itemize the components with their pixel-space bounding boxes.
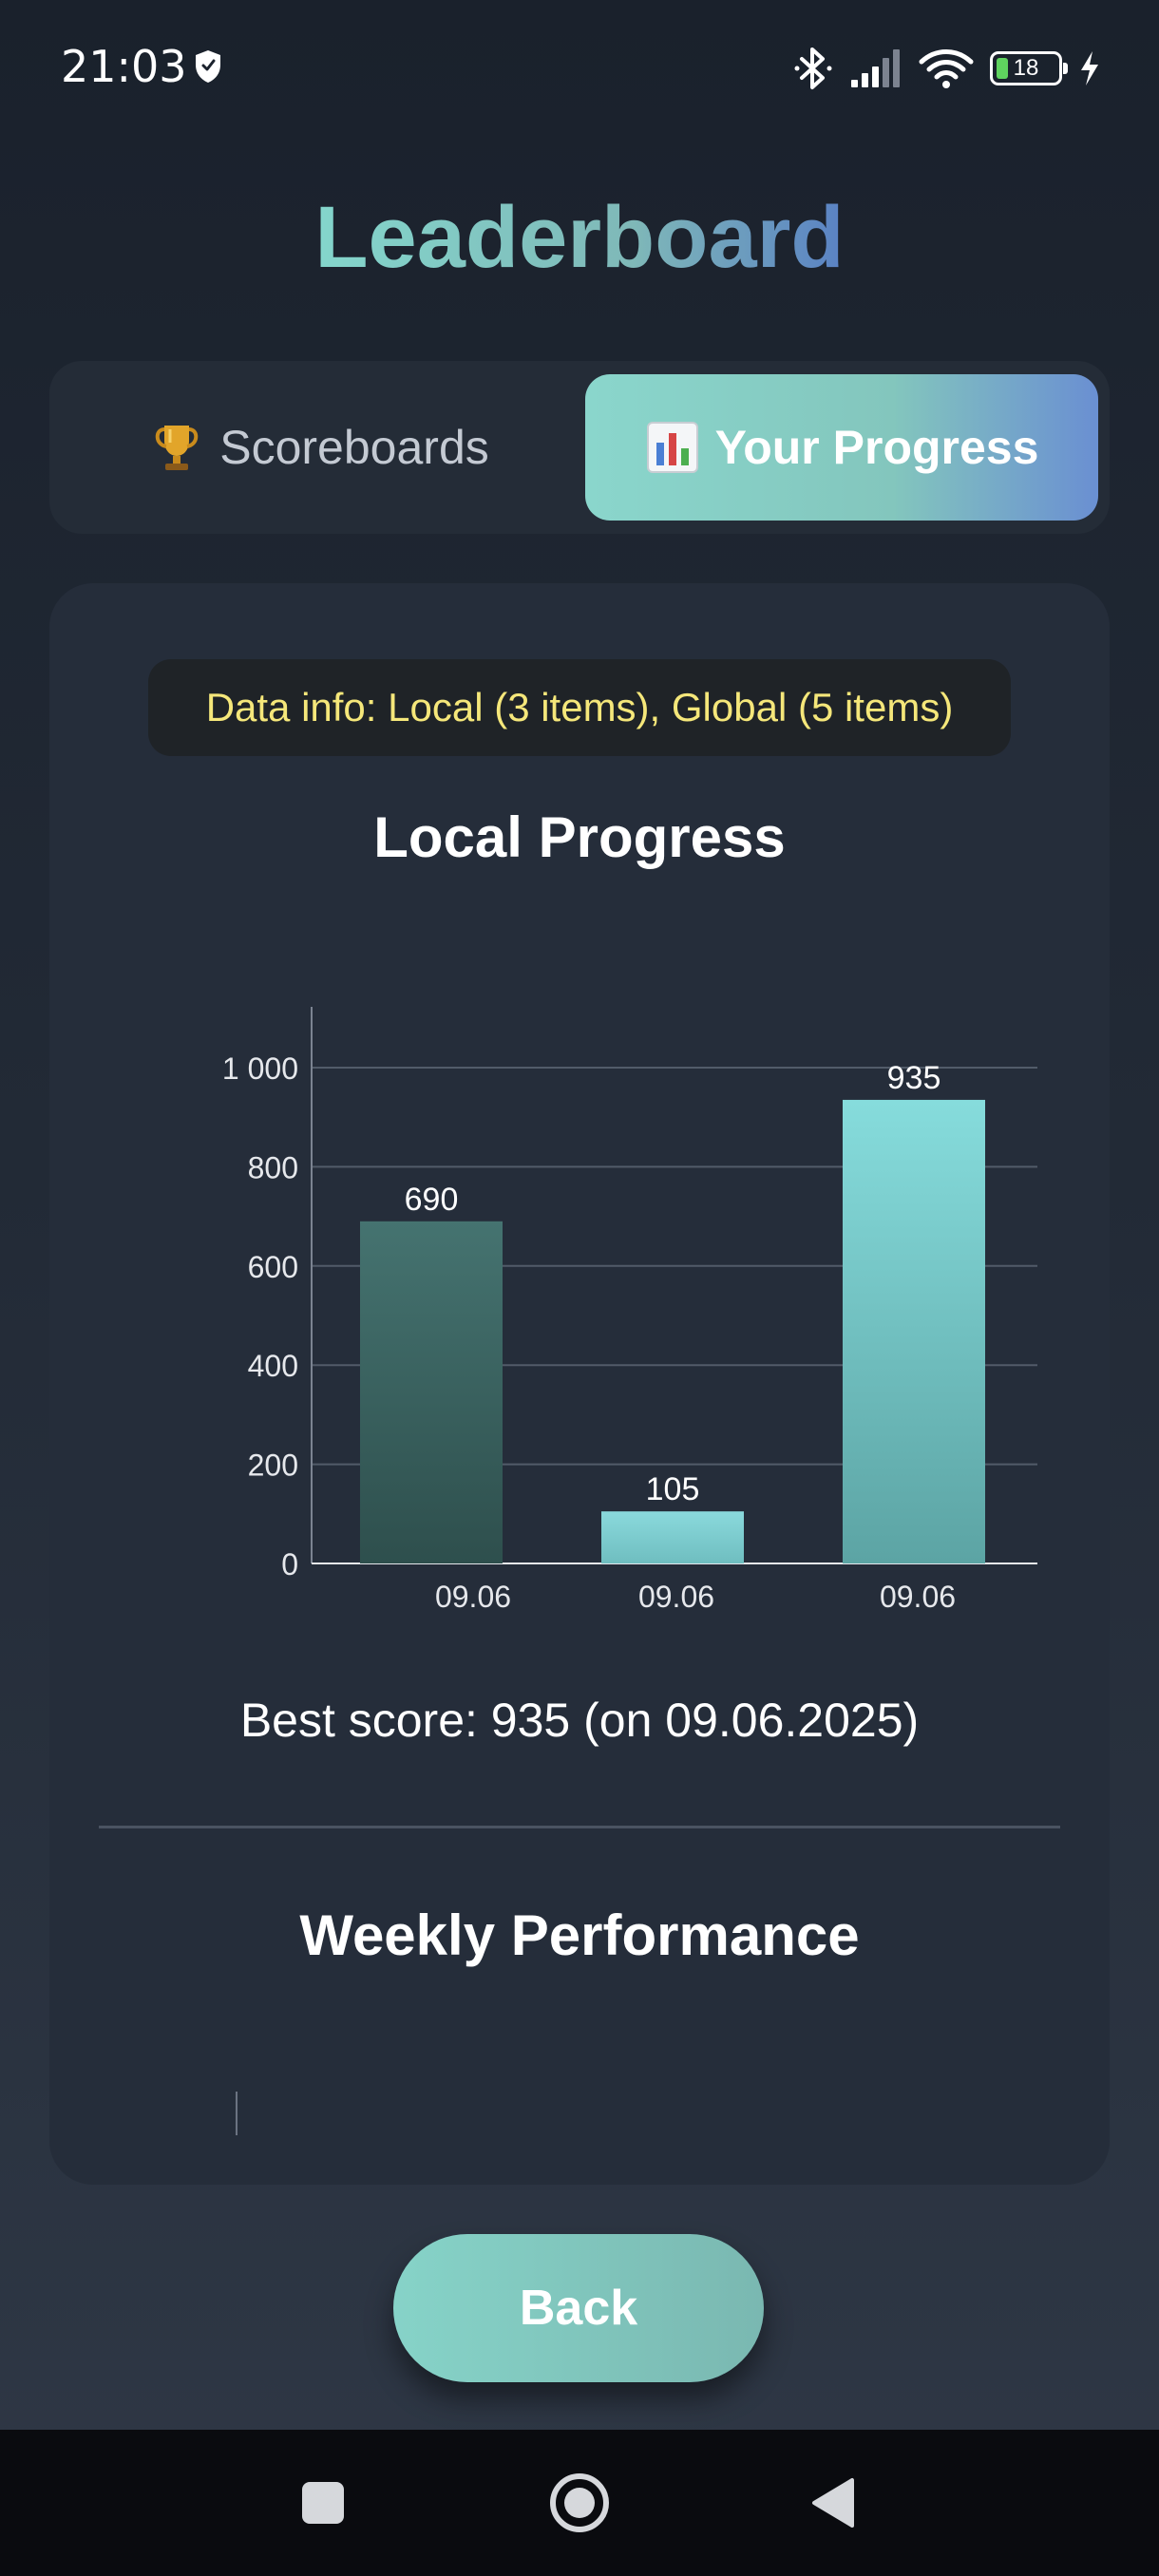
data-label: 690 (405, 1182, 459, 1218)
back-nav-button[interactable] (794, 2430, 870, 2576)
best-score: Best score: 935 (on 09.06.2025) (239, 1694, 920, 1747)
trophy-icon (149, 420, 204, 475)
data-label: 105 (646, 1471, 700, 1507)
tab-bar: Scoreboards Your Progress (49, 361, 1110, 534)
page-title: Leaderboard (314, 189, 845, 286)
data-label: 935 (887, 1060, 941, 1096)
battery-icon: 18 (990, 51, 1068, 85)
bar-chart-icon (645, 420, 700, 475)
back-triangle-icon (812, 2478, 854, 2528)
status-time: 21:03 (61, 41, 187, 92)
back-button[interactable]: Back (393, 2234, 764, 2382)
tab-your-progress[interactable]: Your Progress (585, 374, 1098, 521)
y-tick-label: 200 (248, 1449, 298, 1483)
weekly-chart-axis (236, 2092, 238, 2135)
home-button[interactable] (537, 2430, 622, 2576)
tab-your-progress-label: Your Progress (714, 421, 1039, 474)
weekly-performance-title: Weekly Performance (299, 1904, 860, 1967)
bar (360, 1221, 503, 1563)
battery-level: 18 (1013, 55, 1039, 81)
bar (601, 1511, 744, 1563)
bar (843, 1099, 985, 1563)
square-icon (302, 2482, 344, 2524)
tab-scoreboards[interactable]: Scoreboards (63, 374, 576, 521)
recent-apps-button[interactable] (285, 2430, 361, 2576)
home-circle-icon (550, 2473, 609, 2532)
data-info-badge: Data info: Local (3 items), Global (5 it… (148, 659, 1011, 756)
status-bar: 21:03 18 (0, 0, 1159, 133)
x-tick-label: 09.06 (638, 1580, 714, 1614)
progress-card: Data info: Local (3 items), Global (5 it… (49, 583, 1110, 2185)
y-tick-label: 800 (248, 1150, 298, 1184)
y-tick-label: 1 000 (222, 1051, 298, 1086)
x-tick-label: 09.06 (435, 1580, 511, 1614)
signal-icon (851, 49, 900, 87)
x-tick-label: 09.06 (880, 1580, 956, 1614)
y-tick-label: 0 (281, 1547, 298, 1582)
tab-scoreboards-label: Scoreboards (219, 421, 489, 474)
local-progress-title: Local Progress (373, 805, 786, 869)
y-tick-label: 400 (248, 1349, 298, 1383)
section-divider (99, 1826, 1060, 1828)
wifi-icon (919, 49, 974, 88)
bluetooth-icon (794, 47, 832, 89)
y-tick-label: 600 (248, 1250, 298, 1284)
shield-icon (196, 50, 220, 83)
charging-bolt-icon (1081, 51, 1098, 85)
system-nav-bar (0, 2430, 1159, 2576)
local-progress-chart: 0 200 400 600 800 1 000 690 09.06 105 09.06 935 09.… (222, 1007, 1037, 1614)
status-icons: 18 (792, 42, 1102, 95)
